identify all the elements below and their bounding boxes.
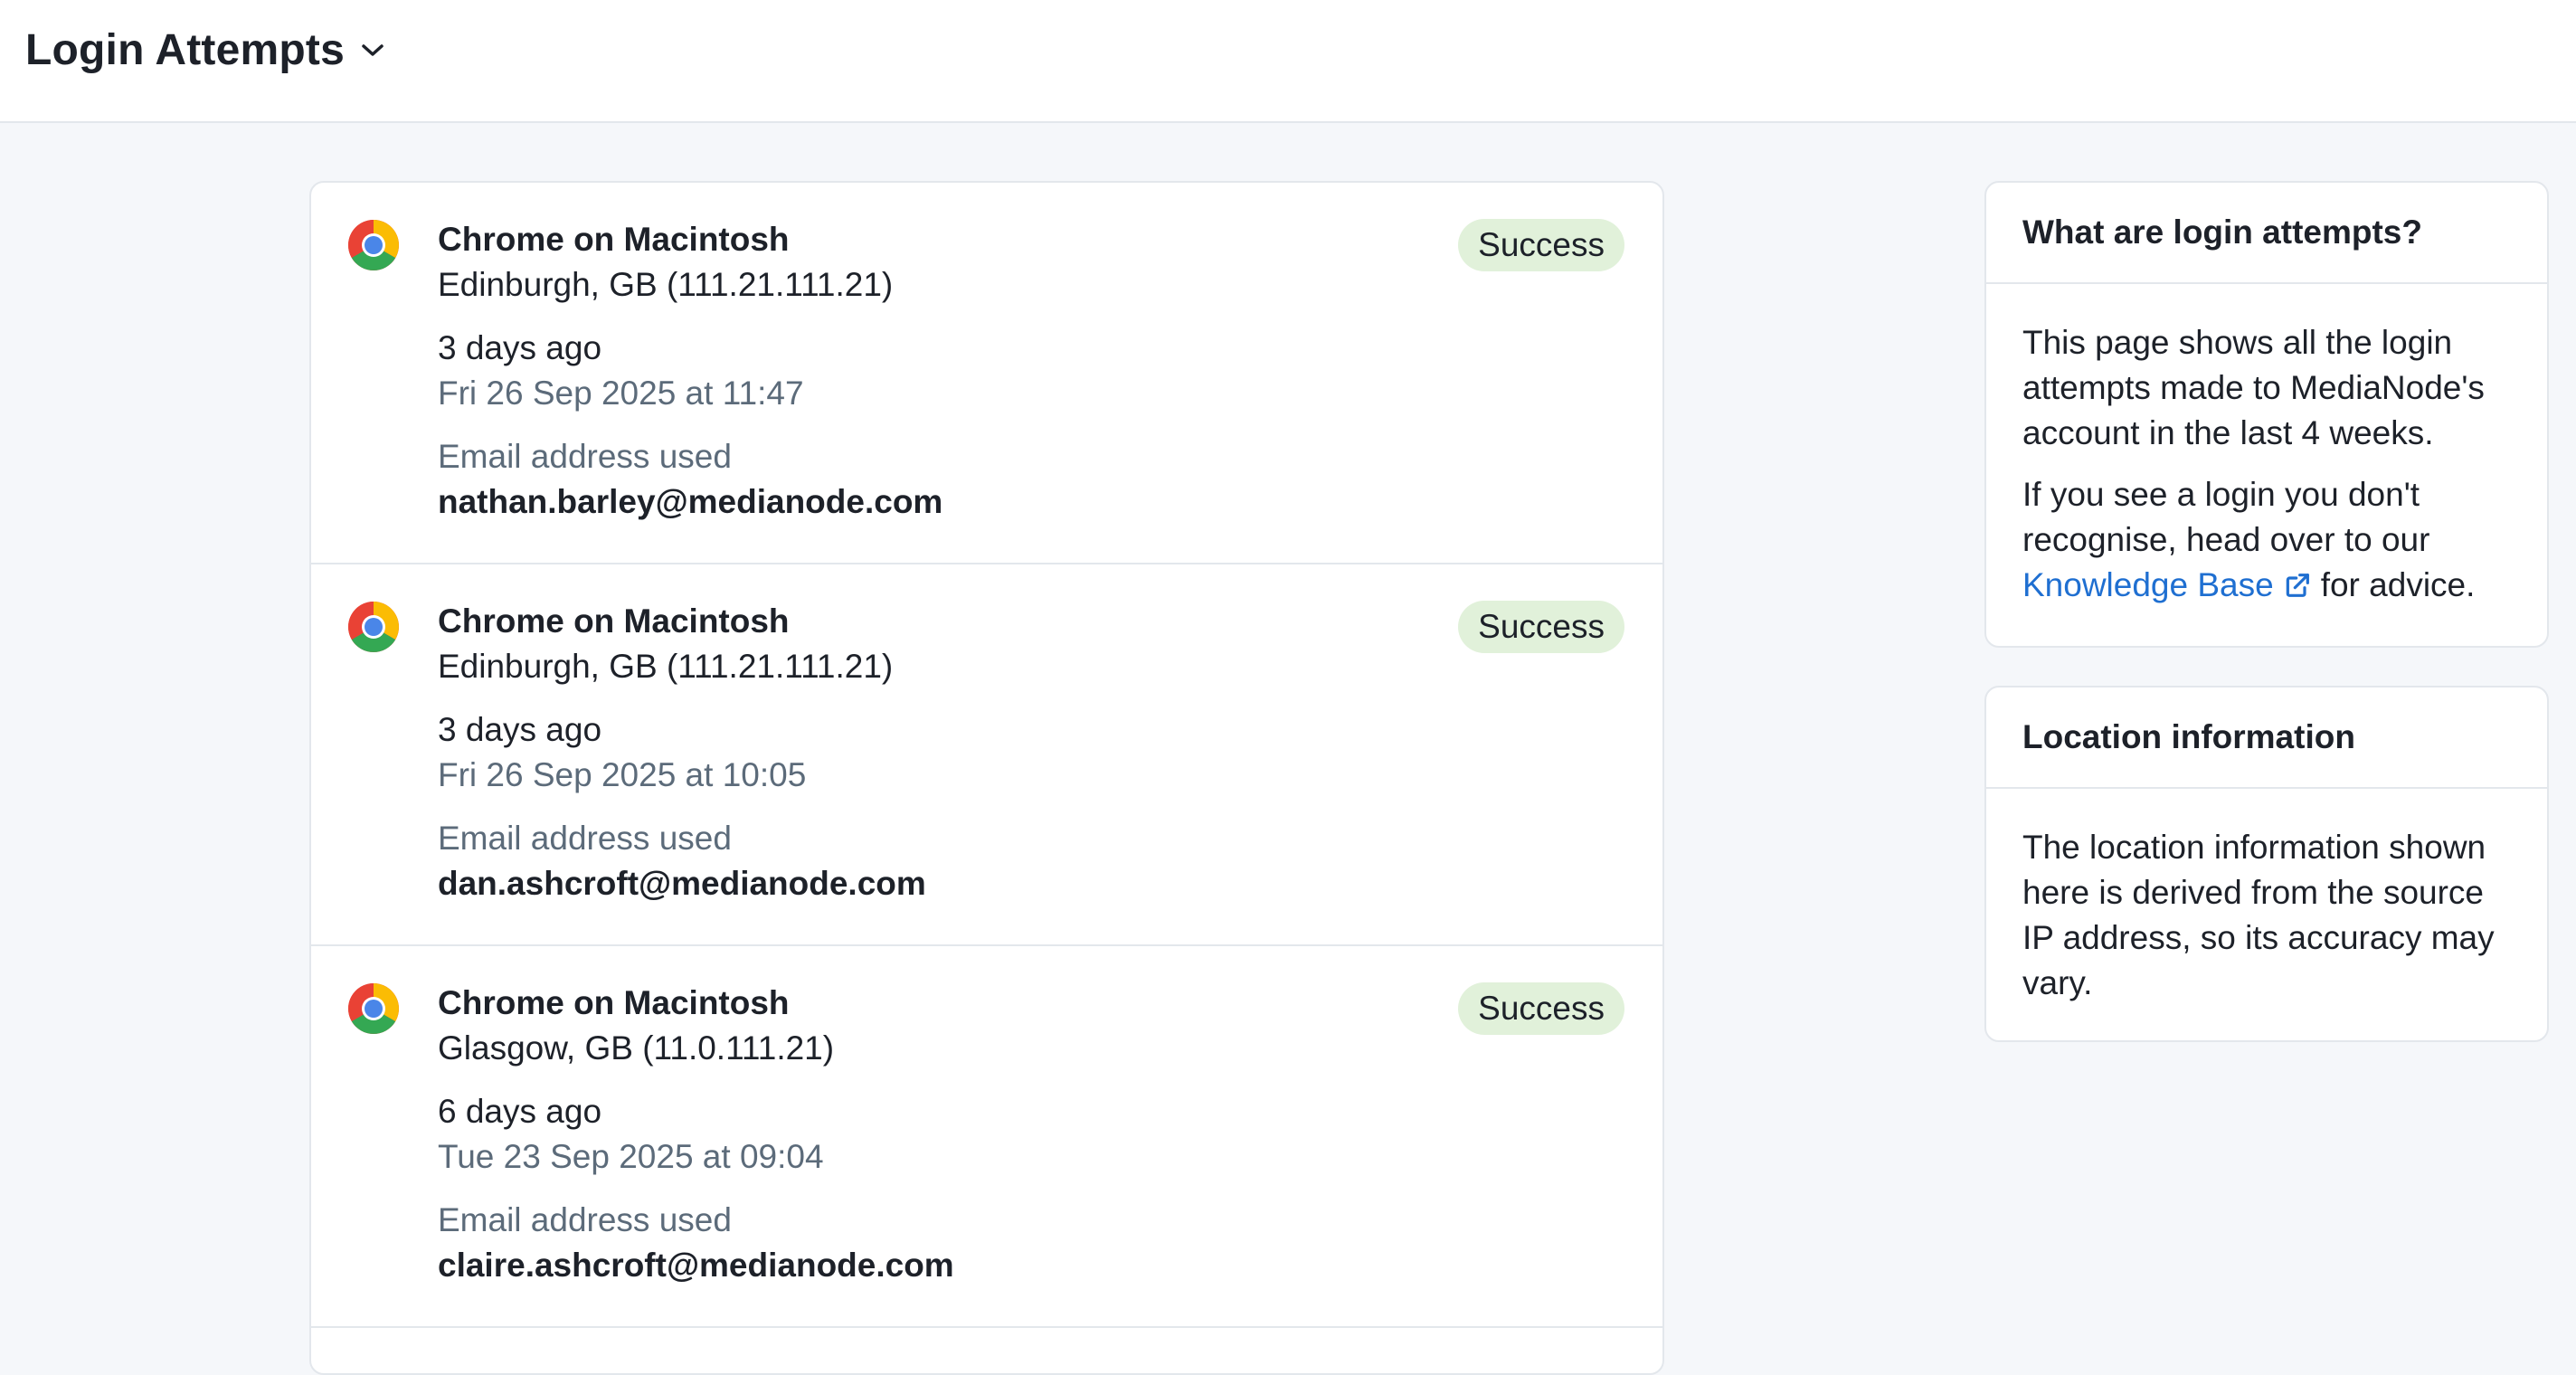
location-text: Edinburgh, GB (111.21.111.21)	[438, 266, 894, 303]
chrome-icon	[347, 219, 400, 271]
help-panel: What are login attempts? This page shows…	[1984, 181, 2549, 648]
help-panel-title: What are login attempts?	[1986, 183, 2547, 284]
email-address: nathan.barley@medianode.com	[438, 483, 943, 520]
email-label: Email address used	[438, 1201, 732, 1238]
email-label: Email address used	[438, 438, 732, 475]
external-link-icon	[2283, 566, 2312, 612]
help-advice-suffix: for advice.	[2320, 566, 2476, 603]
top-bar: Login Attempts	[0, 0, 2576, 123]
relative-time: 3 days ago	[438, 329, 602, 366]
location-info-text: The location information shown here is d…	[2022, 829, 2495, 1001]
email-address: dan.ashcroft@medianode.com	[438, 865, 926, 902]
location-text: Glasgow, GB (11.0.111.21)	[438, 1029, 835, 1067]
location-info-panel: Location information The location inform…	[1984, 686, 2549, 1042]
login-attempts-list: Chrome on Macintosh Edinburgh, GB (111.2…	[309, 181, 1664, 1375]
page-title: Login Attempts	[25, 26, 345, 74]
knowledge-base-link[interactable]: Knowledge Base	[2022, 566, 2321, 603]
status-badge: Success	[1458, 219, 1624, 271]
device-name: Chrome on Macintosh	[438, 221, 790, 258]
email-address: claire.ashcroft@medianode.com	[438, 1247, 954, 1284]
device-name: Chrome on Macintosh	[438, 984, 790, 1021]
chrome-icon	[347, 601, 400, 653]
location-info-title: Location information	[1986, 688, 2547, 789]
email-label: Email address used	[438, 820, 732, 857]
help-paragraph: This page shows all the login attempts m…	[2022, 324, 2485, 451]
relative-time: 6 days ago	[438, 1093, 602, 1130]
help-paragraph-advice: If you see a login you don't recognise, …	[2022, 472, 2511, 612]
timestamp: Fri 26 Sep 2025 at 10:05	[438, 756, 807, 793]
login-attempt-item: Chrome on Macintosh Edinburgh, GB (111.2…	[311, 183, 1662, 564]
device-name: Chrome on Macintosh	[438, 602, 790, 640]
help-advice-text: If you see a login you don't recognise, …	[2022, 476, 2430, 558]
chevron-down-icon	[361, 43, 384, 58]
status-badge: Success	[1458, 601, 1624, 653]
knowledge-base-link-label: Knowledge Base	[2022, 566, 2274, 603]
login-attempt-item: Chrome on Macintosh Glasgow, GB (11.0.11…	[311, 946, 1662, 1328]
status-badge: Success	[1458, 982, 1624, 1035]
timestamp: Fri 26 Sep 2025 at 11:47	[438, 375, 804, 412]
chrome-icon	[347, 982, 400, 1035]
timestamp: Tue 23 Sep 2025 at 09:04	[438, 1138, 824, 1175]
login-attempt-item: Chrome on Macintosh Edinburgh, GB (111.2…	[311, 564, 1662, 946]
page-title-dropdown[interactable]: Login Attempts	[25, 25, 384, 75]
relative-time: 3 days ago	[438, 711, 602, 748]
location-text: Edinburgh, GB (111.21.111.21)	[438, 648, 894, 685]
